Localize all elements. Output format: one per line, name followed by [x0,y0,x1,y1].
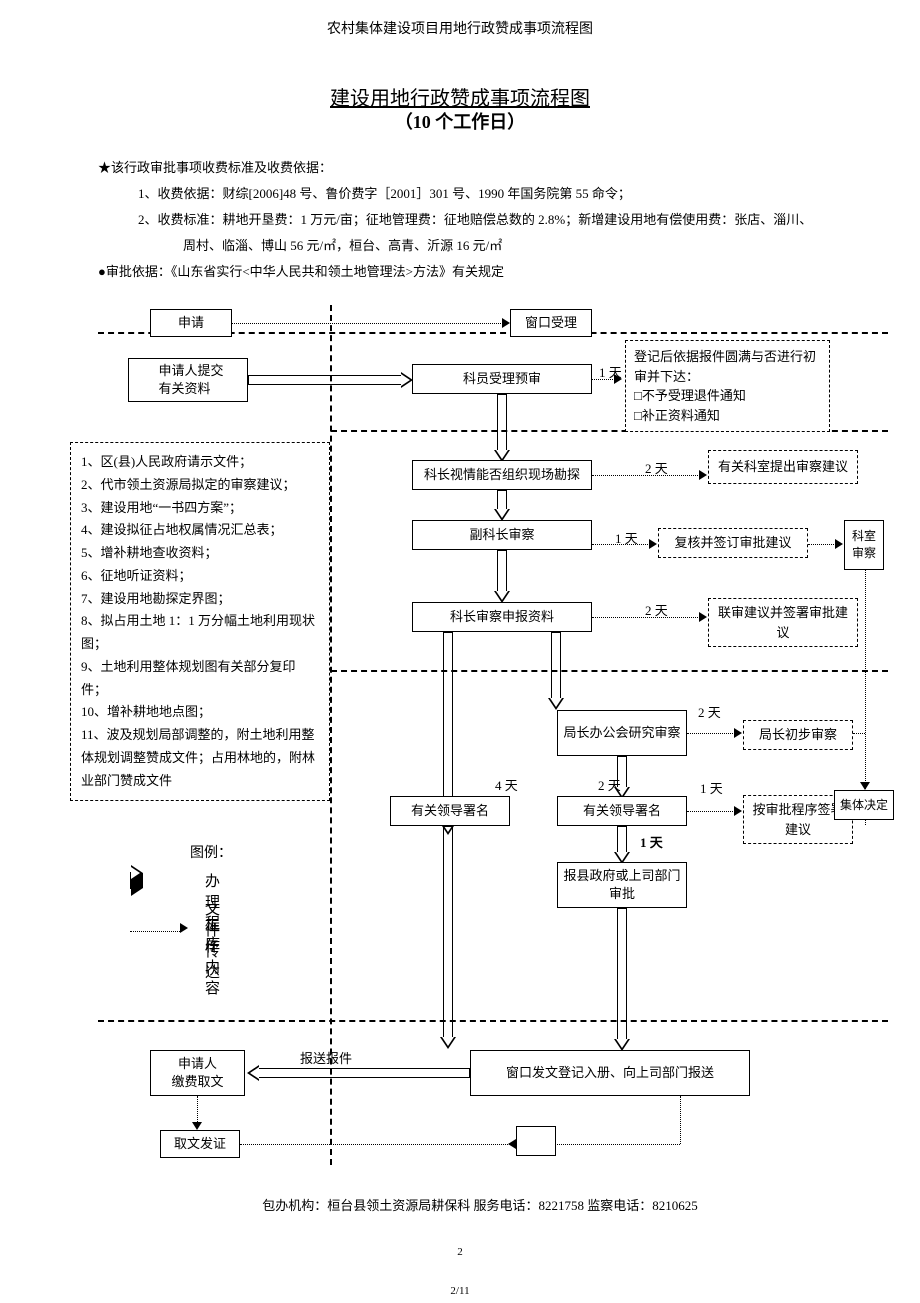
intro-block: ★该行政审批事项收费标准及收费依据： 1、收费依据：财综[2006]48 号、鲁… [98,155,858,285]
connector [687,811,737,812]
node-relevant-office-suggest: 有关科室提出审察建议 [708,450,858,484]
hollow-arrow-icon [614,826,630,864]
node-applicant-pay: 申请人 缴费取文 [150,1050,245,1096]
node-applicant-submit: 申请人提交 有关资料 [128,358,248,402]
legend-title: 图例： [190,842,232,862]
send-report-label: 报送报件 [300,1048,352,1067]
node-report-county: 报县政府或上司部门审批 [557,862,687,908]
node-leader-sign-left: 有关领导署名 [390,796,510,826]
page-number: 2 [0,1246,920,1258]
arrowhead-icon [502,318,510,328]
lane-divider-h3 [331,670,888,672]
diagram-subtitle: （10 个工作日） [0,108,920,134]
node-clerk-preexam: 科员受理预审 [412,364,592,394]
connector [687,733,737,734]
hollow-arrow-icon [614,908,630,1051]
hollow-arrow-icon [548,632,564,710]
arrowhead-icon [699,470,707,480]
document-list: 1、区(县)人民政府请示文件； 2、代市领土资源局拟定的审察建议； 3、建设用地… [70,442,330,801]
node-window-issue: 窗口发文登记入册、向上司部门报送 [470,1050,750,1096]
node-window-accept: 窗口受理 [510,309,592,337]
node-leader-sign-right: 有关领导署名 [557,796,687,826]
node-bureau-prelim: 局长初步审察 [743,720,853,750]
legend-row-process: 办理程序 [130,872,143,889]
duration-label: 2 天 [598,775,621,794]
duration-label: 2 天 [645,600,668,619]
node-bureau-meeting: 局长办公会研究审察 [557,710,687,756]
node-joint-review-sign: 联审建议并签署审批建议 [708,598,858,647]
hollow-arrow-icon [494,394,510,462]
node-section-chief-survey: 科长视情能否组织现场勘探 [412,460,592,490]
arrowhead-icon [649,539,657,549]
hollow-arrow-icon [440,826,456,1049]
duration-label: 2 天 [645,458,668,477]
connector [853,733,865,734]
duration-label: 1 天 [700,778,723,797]
hollow-arrow-icon [494,550,510,603]
hollow-arrow-icon [248,372,413,388]
node-apply: 申请 [150,309,232,337]
hollow-arrow-icon [494,490,510,521]
duration-label: 2 天 [698,702,721,721]
connector [197,1096,198,1124]
arrowhead-icon [699,612,707,622]
node-recheck-sign: 复核并签订审批建议 [658,528,808,558]
connector [808,544,838,545]
arrowhead-icon [860,782,870,790]
node-registration: 登记后依据报件圆满与否进行初审并下达： □不予受理退件通知 □补正资料通知 [625,340,830,432]
connector [680,1096,681,1144]
arrowhead-icon [734,728,742,738]
connector [232,323,507,324]
running-header: 农村集体建设项目用地行政赞成事项流程图 [0,18,920,38]
diagram-title: 建设用地行政赞成事项流程图 [0,82,920,111]
legend-row-work: 工作内容 [130,922,188,938]
duration-label: 1 天 [615,528,638,547]
page-footer: 2/11 [0,1285,920,1297]
hollow-arrow-icon [247,1065,470,1081]
duration-label: 4 天 [495,775,518,794]
node-office-review: 科室审察 [844,520,884,570]
arrowhead-icon [192,1122,202,1130]
node-deputy-review: 副科长审察 [412,520,592,550]
arrowhead-icon [835,539,843,549]
node-collective-decision: 集体决定 [834,790,894,820]
node-section-chief-materials: 科长审察申报资料 [412,602,592,632]
arrowhead-icon [614,374,622,384]
connector [240,1144,680,1145]
duration-label: 1 天 [640,832,663,851]
footer-text: 包办机构：桓台县领土资源局耕保科 服务电话：8221758 监察电话：82106… [130,1195,830,1214]
arrowhead-icon [734,806,742,816]
arrowhead-icon [508,1139,516,1149]
lane-divider-vertical [330,305,332,1165]
node-blank [516,1126,556,1156]
lane-divider-h4 [98,1020,888,1022]
node-get-cert: 取文发证 [160,1130,240,1158]
